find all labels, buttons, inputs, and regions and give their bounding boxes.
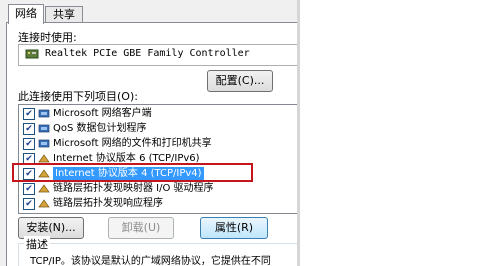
tab-network[interactable]: 网络 bbox=[8, 4, 44, 24]
item-checkbox[interactable]: ✔ bbox=[23, 138, 35, 150]
adapter-field: Realtek PCIe GBE Family Controller bbox=[18, 44, 298, 66]
item-label: Microsoft 网络的文件和打印机共享 bbox=[53, 138, 212, 149]
item-label: 链路层拓扑发现响应程序 bbox=[53, 198, 163, 209]
item-checkbox[interactable]: ✔ bbox=[23, 108, 35, 120]
item-label: Microsoft 网络客户端 bbox=[53, 108, 152, 119]
network-client-icon bbox=[38, 109, 50, 118]
protocol-icon bbox=[38, 184, 50, 193]
list-item[interactable]: ✔ QoS 数据包计划程序 bbox=[19, 122, 295, 136]
highlight-box bbox=[12, 163, 253, 182]
item-checkbox[interactable]: ✔ bbox=[23, 123, 35, 135]
configure-button[interactable]: 配置(C)... bbox=[207, 70, 273, 92]
connect-using-label: 连接时使用: bbox=[18, 31, 77, 44]
list-item[interactable]: ✔ Microsoft 网络的文件和打印机共享 bbox=[19, 137, 295, 151]
properties-button[interactable]: 属性(R) bbox=[200, 217, 268, 239]
item-checkbox[interactable]: ✔ bbox=[23, 198, 35, 210]
tab-sharing[interactable]: 共享 bbox=[45, 6, 83, 23]
items-label: 此连接使用下列项目(O): bbox=[18, 90, 138, 103]
file-share-icon bbox=[38, 139, 50, 148]
list-item[interactable]: ✔ 链路层拓扑发现映射器 I/O 驱动程序 bbox=[19, 182, 295, 196]
properties-dialog: 网络 共享 连接时使用: Realtek PCIe GBE Family Con… bbox=[0, 0, 300, 266]
list-item[interactable]: ✔ 链路层拓扑发现响应程序 bbox=[19, 197, 295, 211]
uninstall-button[interactable]: 卸载(U) bbox=[108, 217, 174, 239]
description-title: 描述 bbox=[24, 236, 50, 252]
protocol-icon bbox=[38, 199, 50, 208]
item-label: QoS 数据包计划程序 bbox=[53, 123, 147, 134]
network-adapter-icon bbox=[25, 49, 39, 59]
list-item[interactable]: ✔ Microsoft 网络客户端 bbox=[19, 107, 295, 121]
items-list[interactable]: ✔ Microsoft 网络客户端 ✔ QoS 数据包计划程序 ✔ Microsoft 网… bbox=[18, 104, 298, 214]
item-label: 链路层拓扑发现映射器 I/O 驱动程序 bbox=[53, 183, 214, 194]
background-area bbox=[300, 0, 500, 266]
item-checkbox[interactable]: ✔ bbox=[23, 183, 35, 195]
description-text: TCP/IP。该协议是默认的广域网络协议，它提供在不同 bbox=[30, 256, 271, 266]
qos-icon bbox=[38, 124, 50, 133]
adapter-name: Realtek PCIe GBE Family Controller bbox=[45, 48, 250, 59]
